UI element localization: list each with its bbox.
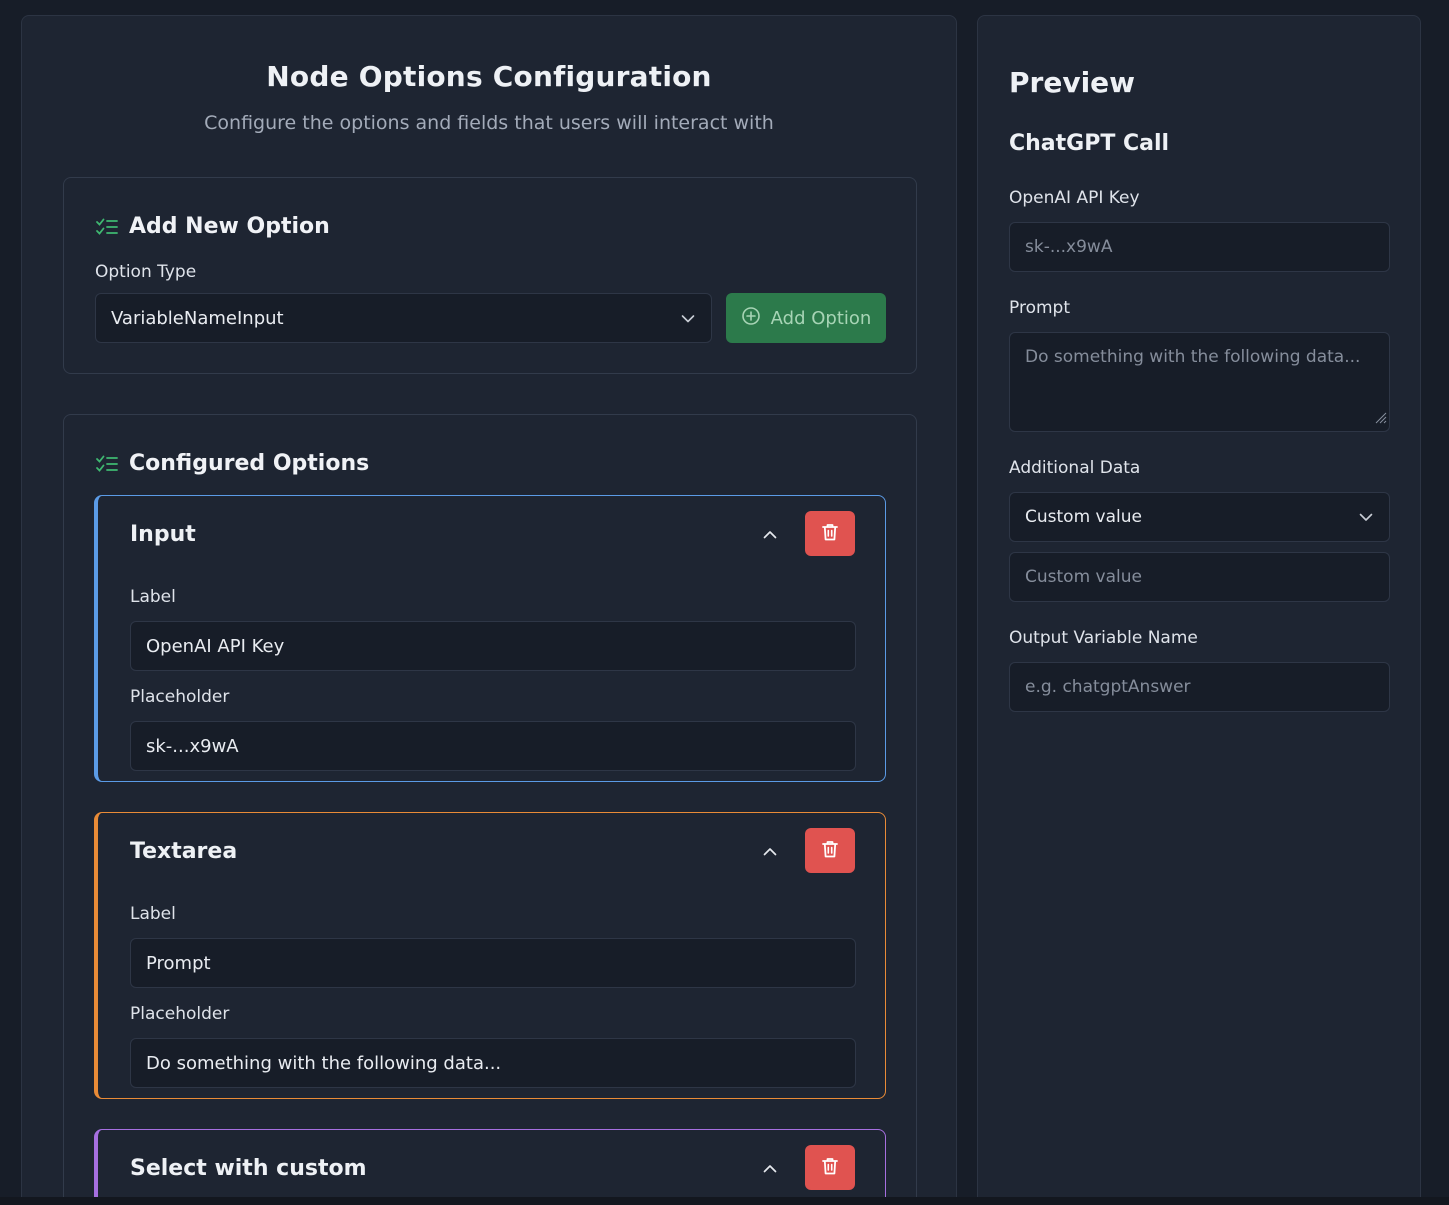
placeholder-field-label: Placeholder (130, 687, 230, 707)
checklist-icon (95, 217, 119, 237)
placeholder-input[interactable]: Do something with the following data... (130, 1038, 856, 1088)
configured-options-heading-text: Configured Options (129, 451, 370, 476)
add-option-heading: Add New Option (95, 214, 330, 239)
add-option-button-label: Add Option (770, 307, 872, 329)
add-option-heading-text: Add New Option (129, 214, 330, 239)
trash-icon (821, 839, 839, 863)
label-field-label: Label (130, 587, 176, 607)
delete-option-button[interactable] (805, 1145, 855, 1190)
label-input[interactable]: Prompt (130, 938, 856, 988)
checklist-icon (95, 454, 119, 474)
preview-output-variable-input[interactable]: e.g. chatgptAnswer (1009, 662, 1390, 712)
placeholder-input[interactable]: sk-...x9wA (130, 721, 856, 771)
preview-title: Preview (1009, 66, 1136, 99)
preview-prompt-textarea[interactable]: Do something with the following data... (1009, 332, 1390, 432)
chevron-down-icon (1359, 507, 1373, 527)
option-type-title: Select with custom (130, 1156, 367, 1181)
page-subtitle: Configure the options and fields that us… (204, 112, 774, 134)
chevron-up-icon[interactable] (758, 522, 782, 546)
trash-icon (821, 1156, 839, 1180)
option-block-textarea: Textarea Label Prompt Placeholder Do som… (94, 812, 886, 1099)
preview-additional-data-select[interactable]: Custom value (1009, 492, 1390, 542)
option-type-label: Option Type (95, 262, 197, 282)
option-type-title: Input (130, 522, 196, 547)
option-block-select-with-custom: Select with custom (94, 1129, 886, 1205)
add-option-card: Add New Option Option Type VariableNameI… (63, 177, 917, 374)
bottom-edge (0, 1197, 1449, 1205)
config-panel: Node Options Configuration Configure the… (21, 15, 957, 1205)
preview-api-key-input[interactable]: sk-...x9wA (1009, 222, 1390, 272)
preview-panel: Preview ChatGPT Call OpenAI API Key sk-.… (977, 15, 1421, 1205)
label-field-label: Label (130, 904, 176, 924)
option-block-input: Input Label OpenAI API Key Placeholder s… (94, 495, 886, 782)
delete-option-button[interactable] (805, 511, 855, 556)
preview-node-title: ChatGPT Call (1009, 131, 1170, 156)
preview-api-key-label: OpenAI API Key (1009, 188, 1140, 208)
plus-circle-icon (741, 306, 761, 331)
preview-additional-data-value: Custom value (1025, 507, 1142, 527)
placeholder-field-label: Placeholder (130, 1004, 230, 1024)
label-input[interactable]: OpenAI API Key (130, 621, 856, 671)
preview-custom-value-input[interactable]: Custom value (1009, 552, 1390, 602)
resize-grip-icon[interactable] (1373, 409, 1387, 429)
preview-output-variable-label: Output Variable Name (1009, 628, 1198, 648)
chevron-up-icon[interactable] (758, 1156, 782, 1180)
trash-icon (821, 522, 839, 546)
add-option-button[interactable]: Add Option (726, 293, 886, 343)
option-type-title: Textarea (130, 839, 238, 864)
option-type-select[interactable]: VariableNameInput (95, 293, 712, 343)
preview-prompt-placeholder: Do something with the following data... (1025, 347, 1361, 367)
chevron-up-icon[interactable] (758, 839, 782, 863)
chevron-down-icon (681, 308, 695, 329)
configured-options-card: Configured Options Input Label OpenAI AP… (63, 414, 917, 1205)
page-title: Node Options Configuration (266, 60, 712, 93)
preview-additional-data-label: Additional Data (1009, 458, 1141, 478)
preview-prompt-label: Prompt (1009, 298, 1070, 318)
delete-option-button[interactable] (805, 828, 855, 873)
configured-options-heading: Configured Options (95, 451, 369, 476)
option-type-value: VariableNameInput (111, 307, 284, 329)
app-page: Node Options Configuration Configure the… (0, 0, 1449, 1205)
